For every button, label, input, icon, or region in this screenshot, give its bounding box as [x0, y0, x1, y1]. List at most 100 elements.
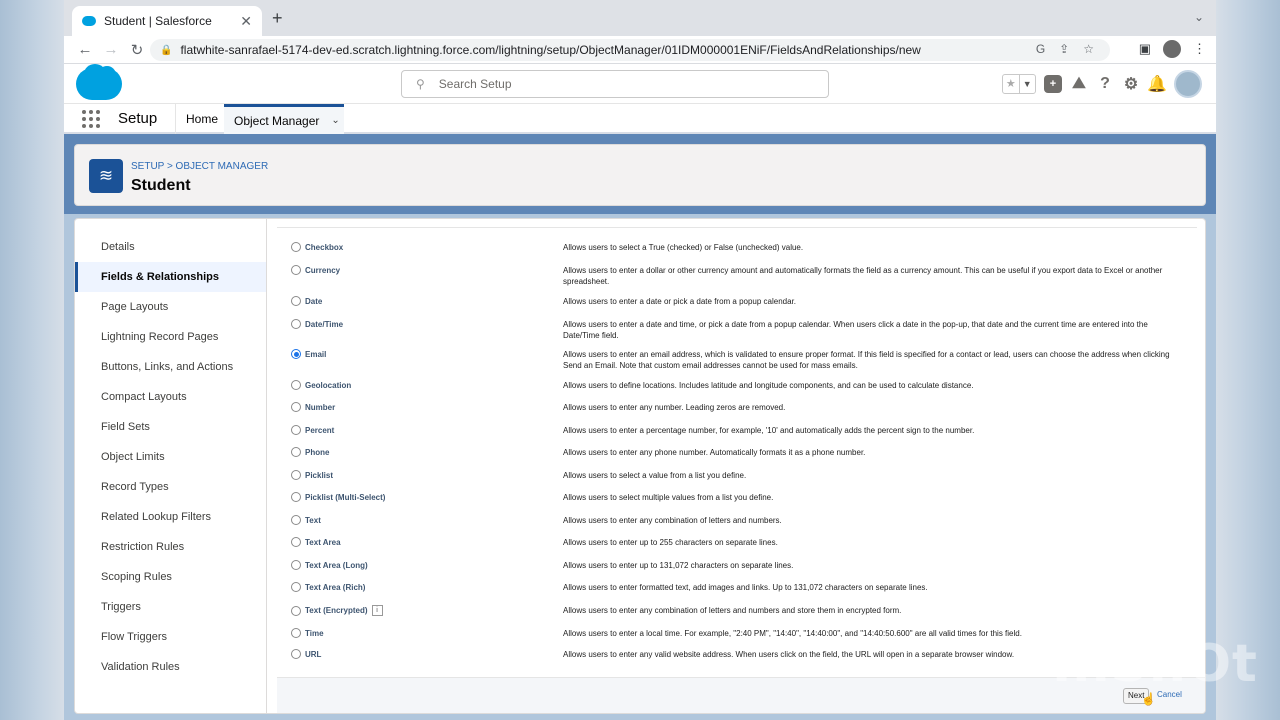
field-type-option[interactable]: Email — [291, 349, 326, 359]
radio-button[interactable] — [291, 560, 301, 570]
field-type-label: Percent — [305, 425, 335, 435]
sidebar-item[interactable]: Restriction Rules — [75, 532, 266, 562]
radio-button[interactable] — [291, 649, 301, 659]
radio-button[interactable] — [291, 515, 301, 525]
trailhead-icon[interactable]: ⛰ — [1070, 75, 1088, 93]
radio-button[interactable] — [291, 265, 301, 275]
tab-home[interactable]: Home — [186, 112, 218, 126]
back-icon[interactable]: ← — [72, 41, 98, 58]
field-type-label: Date/Time — [305, 319, 344, 329]
radio-button[interactable] — [291, 582, 301, 592]
sidebar-item[interactable]: Compact Layouts — [75, 382, 266, 412]
screen: Student | Salesforce ✕ + ⌄ ← → ↻ 🔒 flatw… — [64, 0, 1216, 720]
field-type-option[interactable]: URL — [291, 649, 321, 659]
field-type-option[interactable]: Phone — [291, 447, 329, 457]
radio-button[interactable] — [291, 380, 301, 390]
salesforce-header: ⚲ Search Setup ★ ▼ + ⛰ ? ⚙ 🔔 — [64, 64, 1216, 104]
radio-button[interactable] — [291, 628, 301, 638]
favorites-button[interactable]: ★ ▼ — [1002, 74, 1036, 94]
field-type-option[interactable]: Time — [291, 628, 324, 638]
radio-button[interactable] — [291, 349, 301, 359]
hand-cursor-icon: ☝ — [1141, 692, 1156, 706]
omnibox-icons: G ⇪ ☆ — [1036, 42, 1094, 56]
radio-button[interactable] — [291, 319, 301, 329]
tab-object-manager-label: Object Manager — [234, 113, 320, 128]
field-type-option[interactable]: Number — [291, 402, 335, 412]
address-bar[interactable]: 🔒 flatwhite-sanrafael-5174-dev-ed.scratc… — [150, 39, 1110, 61]
field-type-option[interactable]: Date — [291, 296, 322, 306]
page-title: Student — [131, 177, 191, 194]
app-name: Setup — [118, 110, 158, 127]
user-avatar[interactable] — [1174, 70, 1202, 98]
sidebar-item[interactable]: Buttons, Links, and Actions — [75, 352, 266, 382]
sidebar-item[interactable]: Fields & Relationships — [75, 262, 266, 292]
breadcrumb[interactable]: SETUP > OBJECT MANAGER — [131, 161, 268, 172]
sidebar-item[interactable]: Details — [75, 232, 266, 262]
sidebar-item[interactable]: Validation Rules — [75, 652, 266, 682]
browser-tab[interactable]: Student | Salesforce ✕ — [72, 6, 262, 36]
field-type-label: Number — [305, 402, 336, 412]
url-text: flatwhite-sanrafael-5174-dev-ed.scratch.… — [180, 43, 921, 57]
reload-icon[interactable]: ↻ — [124, 41, 150, 59]
gear-icon[interactable]: ⚙ — [1122, 75, 1140, 93]
field-type-option[interactable]: Picklist — [291, 470, 333, 480]
field-type-option[interactable]: Geolocation — [291, 380, 351, 390]
field-type-option[interactable]: Text Area — [291, 537, 341, 547]
sidebar-item[interactable]: Record Types — [75, 472, 266, 502]
tab-title: Student | Salesforce — [104, 14, 212, 28]
sidebar-item[interactable]: Related Lookup Filters — [75, 502, 266, 532]
google-icon[interactable]: G — [1036, 42, 1045, 56]
radio-button[interactable] — [291, 402, 301, 412]
radio-button[interactable] — [291, 296, 301, 306]
radio-button[interactable] — [291, 537, 301, 547]
share-icon[interactable]: ⇪ — [1059, 42, 1069, 56]
forward-icon[interactable]: → — [98, 41, 124, 58]
radio-button[interactable] — [291, 492, 301, 502]
profile-avatar[interactable] — [1163, 40, 1181, 58]
sidebar-item[interactable]: Field Sets — [75, 412, 266, 442]
tab-object-manager[interactable]: Object Manager ⌄ — [224, 104, 344, 134]
radio-button[interactable] — [291, 605, 301, 616]
notifications-bell-icon[interactable]: 🔔 — [1147, 75, 1167, 93]
sidebar-toggle-icon[interactable]: ▣ — [1139, 41, 1151, 57]
salesforce-logo-icon[interactable] — [76, 64, 122, 100]
field-type-option[interactable]: Checkbox — [291, 242, 343, 252]
radio-button[interactable] — [291, 242, 301, 252]
chevron-down-icon[interactable]: ⌄ — [331, 115, 339, 126]
sidebar-item[interactable]: Scoping Rules — [75, 562, 266, 592]
field-type-description: Allows users to define locations. Includ… — [563, 381, 974, 390]
global-add-icon[interactable]: + — [1044, 75, 1062, 93]
radio-button[interactable] — [291, 447, 301, 457]
browser-toolbar: ← → ↻ 🔒 flatwhite-sanrafael-5174-dev-ed.… — [64, 36, 1216, 64]
radio-button[interactable] — [291, 425, 301, 435]
sidebar-item[interactable]: Flow Triggers — [75, 622, 266, 652]
info-icon[interactable]: i — [371, 605, 383, 616]
field-type-option[interactable]: Date/Time — [291, 319, 343, 329]
field-type-option[interactable]: Percent — [291, 425, 334, 435]
field-type-description: Allows users to enter up to 255 characte… — [563, 538, 778, 547]
browser-menu-icon[interactable]: ⋮ — [1193, 41, 1206, 57]
sidebar-item[interactable]: Page Layouts — [75, 292, 266, 322]
help-icon[interactable]: ? — [1096, 75, 1114, 93]
search-setup-input[interactable]: ⚲ Search Setup — [401, 70, 829, 98]
sidebar-item[interactable]: Object Limits — [75, 442, 266, 472]
field-type-option[interactable]: Text — [291, 515, 321, 525]
close-tab-icon[interactable]: ✕ — [240, 13, 252, 30]
new-tab-icon[interactable]: + — [272, 8, 283, 29]
field-type-option[interactable]: Text (Encrypted) i — [291, 605, 383, 616]
app-launcher-icon[interactable] — [82, 110, 100, 128]
sidebar-item[interactable]: Lightning Record Pages — [75, 322, 266, 352]
field-type-label: Date — [305, 296, 323, 306]
tab-search-chevron-icon[interactable]: ⌄ — [1194, 10, 1204, 24]
field-type-description: Allows users to select a True (checked) … — [563, 243, 804, 252]
field-type-option[interactable]: Text Area (Long) — [291, 560, 368, 570]
favorites-star-icon: ★ — [1005, 78, 1016, 90]
field-type-option[interactable]: Picklist (Multi-Select) — [291, 492, 385, 502]
field-type-description: Allows users to enter a date and time, o… — [563, 320, 1148, 340]
sidebar-item[interactable]: Triggers — [75, 592, 266, 622]
field-type-description: Allows users to enter an email address, … — [563, 350, 1170, 370]
field-type-option[interactable]: Text Area (Rich) — [291, 582, 365, 592]
bookmark-star-icon[interactable]: ☆ — [1083, 42, 1094, 56]
radio-button[interactable] — [291, 470, 301, 480]
field-type-option[interactable]: Currency — [291, 265, 340, 275]
